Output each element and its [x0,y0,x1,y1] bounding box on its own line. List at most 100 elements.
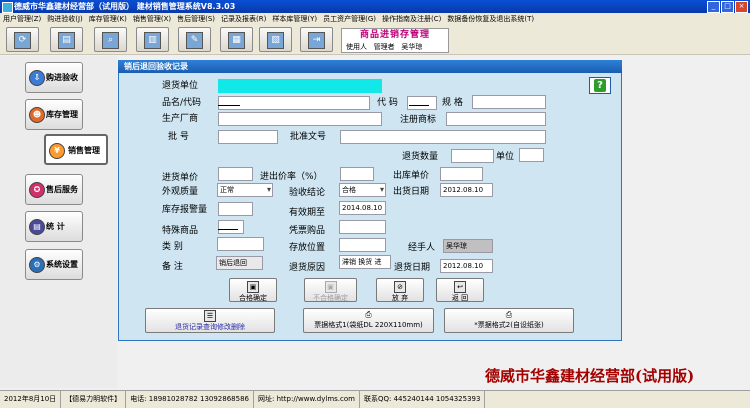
status-vendor: 【德易力明软件】 [61,391,127,408]
toolbar-refresh-button[interactable]: ⟳ [6,27,39,52]
sidebar-item-statistics[interactable]: ▤ 统 计 [25,211,83,242]
acceptance-select[interactable]: 合格 [339,183,386,197]
handler-select[interactable]: 吴华琼 [443,239,493,253]
sidebar-item-label: 购进验收 [46,73,78,82]
spec-field[interactable] [472,95,546,109]
return-price-field[interactable] [218,167,253,181]
return-unit-field[interactable] [218,79,382,93]
maximize-button[interactable]: □ [721,1,734,13]
menu-bar: 用户管理(Z) 购进验收(J) 库存管理(K) 销售管理(X) 售后管理(S) 记录及报表… [0,13,750,25]
menu-guide[interactable]: 操作指南及注册(C) [379,13,444,25]
return-reason-field[interactable]: 滞销 换货 进 [339,255,391,269]
unit-label: 单位 [496,152,515,162]
unit-field[interactable] [519,148,544,162]
batch-no-field[interactable] [218,130,278,144]
sidebar-item-inventory[interactable]: ☻ 库存管理 [25,99,83,130]
approval-no-field[interactable] [340,130,546,144]
help-icon: ? [594,79,606,92]
menu-after-sales[interactable]: 售后管理(S) [174,13,218,25]
storage-label: 存放位置 [289,243,326,253]
abandon-button[interactable]: ⊘ 放 弃 [376,278,424,302]
ship-date-field[interactable]: 2012.08.10 [440,183,493,197]
appearance-label: 外观质量 [162,187,199,197]
menu-samples[interactable]: 样本库管理(Y) [269,13,320,25]
handler-label: 经手人 [408,243,436,253]
print-format1-button[interactable]: ⎙ 票据格式1(袋纸DL 220X110mm) [303,308,434,333]
print-format2-button[interactable]: ⎙ *票据格式2(自设纸张) [444,308,574,333]
minimize-button[interactable]: _ [707,1,720,13]
return-date-field[interactable]: 2012.08.10 [440,259,493,273]
sale-price-field[interactable] [440,167,483,181]
remark-field[interactable]: 销后退回 [216,256,263,270]
ledger-icon: ▦ [228,32,245,49]
code-field[interactable] [407,96,437,110]
menu-backup[interactable]: 数据备份恢复及退出系统(T) [444,13,537,25]
statistics-icon: ▤ [29,219,45,235]
service-icon: ✪ [29,182,45,198]
sidebar-item-purchase[interactable]: ⇩ 购进验收 [25,62,83,93]
markup-label: 进出价率（%） [260,172,323,182]
return-unit-label: 退货单位 [162,81,199,91]
markup-field[interactable] [340,167,374,181]
sidebar-item-sales[interactable]: ¥ 销售管理 [44,134,108,165]
sidebar-item-label: 系统设置 [46,260,78,269]
return-qty-label: 退货数量 [402,152,439,162]
stock-alert-field[interactable] [218,202,253,216]
reg-trademark-field[interactable] [446,112,546,126]
name-code-field[interactable] [218,96,370,110]
valid-until-field[interactable]: 2014.08.10 [339,201,386,215]
qualified-confirm-button[interactable]: ▣ 合格确定 [229,278,277,302]
toolbar-edit-button[interactable]: ✎ [178,27,211,52]
settings-icon: ⚙ [29,257,45,273]
help-button[interactable]: ? [589,77,611,94]
menu-staff[interactable]: 员工资产管理(G) [320,13,379,25]
reg-trademark-label: 注册商标 [400,115,437,125]
report-icon: ▥ [144,32,161,49]
menu-purchase[interactable]: 购进验收(J) [44,13,86,25]
sidebar-item-label: 销售管理 [68,146,100,155]
voucher-field[interactable] [339,220,386,234]
close-button[interactable]: × [735,1,748,13]
toolbar-ledger-button[interactable]: ▦ [220,27,253,52]
cancel-icon: ⊘ [394,281,406,293]
menu-records[interactable]: 记录及报表(R) [218,13,269,25]
title-bar: 德威市华鑫建材经营部（试用版） 建材销售管理系统V8.3.03 [0,0,750,13]
manufacturer-label: 生产厂商 [162,114,199,124]
unqualified-confirm-button[interactable]: ▣ 不合格确定 [304,278,357,302]
approval-no-label: 批准文号 [290,132,327,142]
appearance-select[interactable]: 正常 [217,183,273,197]
manufacturer-field[interactable] [218,112,382,126]
toolbar-search-button[interactable]: ⌕ [94,27,127,52]
current-user: 使用人 管理者 吴华琼 [346,42,422,52]
back-button[interactable]: ↩ 返 回 [436,278,484,302]
menu-sales[interactable]: 销售管理(X) [130,13,174,25]
toolbar-report-button[interactable]: ▥ [136,27,169,52]
toolbar-notebook-button[interactable]: ▧ [259,27,292,52]
category-field[interactable] [217,237,264,251]
category-label: 类 别 [162,242,183,252]
menu-user[interactable]: 用户管理(Z) [0,13,44,25]
query-modify-delete-button[interactable]: ☰ 退货记录查询修改删除 [145,308,275,333]
user-role: 管理者 [373,43,395,51]
code-underline [409,105,429,106]
storage-field[interactable] [339,238,386,252]
toolbar-exit-button[interactable]: ⇥ [300,27,333,52]
return-qty-field[interactable] [451,149,494,163]
save-disabled-icon: ▣ [324,281,337,293]
user-name: 吴华琼 [401,43,423,51]
status-website: 网址: http://www.dylms.com [254,391,360,408]
refresh-icon: ⟳ [14,32,31,49]
batch-no-label: 批 号 [168,132,189,142]
spec-label: 规 格 [442,98,463,108]
toolbar-document-button[interactable]: ▤ [50,27,83,52]
purchase-icon: ⇩ [29,70,45,86]
sidebar-item-service[interactable]: ✪ 售后服务 [25,174,83,205]
special-goods-field[interactable] [218,220,244,234]
return-reason-label: 退货原因 [289,263,326,273]
search-icon: ⌕ [102,32,119,49]
remark-label: 备 注 [162,262,183,272]
records-icon: ☰ [204,310,216,322]
menu-inventory[interactable]: 库存管理(K) [86,13,130,25]
panel-title: 销后退回验收记录 [118,60,622,73]
sidebar-item-settings[interactable]: ⚙ 系统设置 [25,249,83,280]
